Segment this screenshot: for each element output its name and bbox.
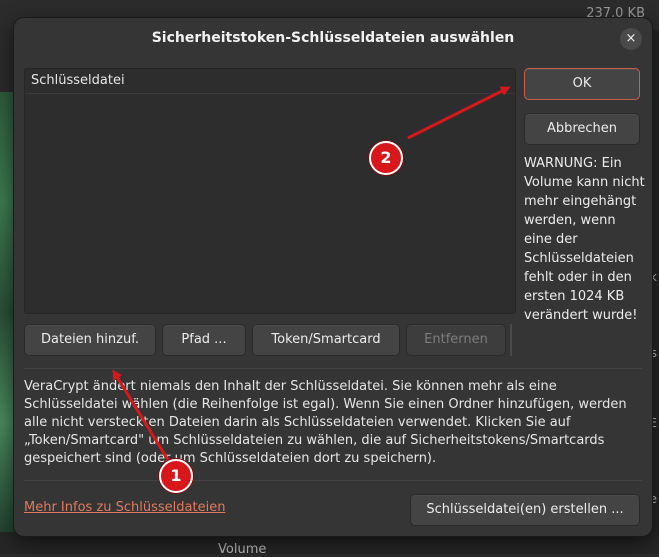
info-text: VeraCrypt ändert niemals den Inhalt der … <box>24 379 627 466</box>
add-files-button[interactable]: Dateien hinzuf. <box>24 324 156 356</box>
footer-divider <box>24 480 642 481</box>
background-bottom-label: Volume <box>218 542 267 557</box>
create-keyfiles-button[interactable]: Schlüsseldatei(en) erstellen ... <box>410 494 640 526</box>
close-icon: × <box>625 31 637 46</box>
annotation-marker-2: 2 <box>369 141 403 175</box>
close-button[interactable]: × <box>620 28 642 50</box>
token-smartcard-button[interactable]: Token/Smartcard <box>252 324 400 356</box>
keyfile-list[interactable]: Schlüsseldatei <box>24 68 516 314</box>
cancel-button[interactable]: Abbrechen <box>524 113 640 145</box>
dialog-titlebar[interactable]: Sicherheitstoken-Schlüsseldateien auswäh… <box>14 18 652 60</box>
button-row-separator <box>510 324 512 356</box>
list-column-header[interactable]: Schlüsseldatei <box>31 73 125 88</box>
ok-button[interactable]: OK <box>524 68 640 100</box>
dialog-title: Sicherheitstoken-Schlüsseldateien auswäh… <box>151 30 515 46</box>
section-divider <box>24 368 642 369</box>
remove-button[interactable]: Entfernen <box>406 324 506 356</box>
more-info-link[interactable]: Mehr Infos zu Schlüsseldateien <box>24 500 225 515</box>
background-thumbnail <box>0 92 14 532</box>
keyfiles-dialog: Sicherheitstoken-Schlüsseldateien auswäh… <box>14 18 652 536</box>
annotation-marker-1: 1 <box>159 459 193 493</box>
add-path-button[interactable]: Pfad ... <box>162 324 246 356</box>
list-header-divider <box>26 93 514 94</box>
warning-text: WARNUNG: Ein Volume kann nicht mehr eing… <box>524 156 645 323</box>
